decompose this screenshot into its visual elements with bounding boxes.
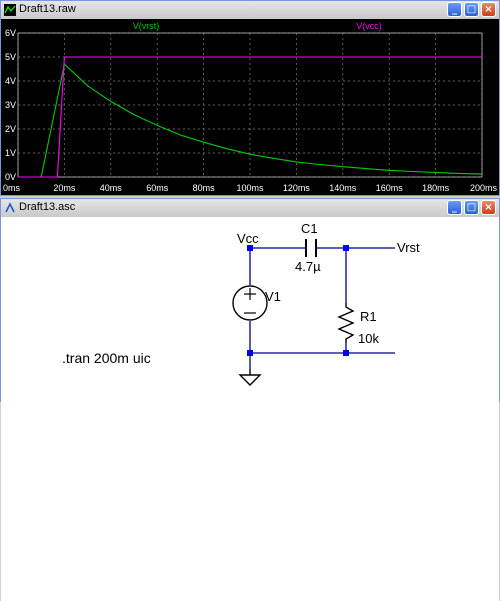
waveform-maximize-button[interactable]: □	[464, 2, 479, 17]
x-tick-label: 120ms	[283, 183, 311, 193]
waveform-plot-area[interactable]: 6V 5V 4V 3V 2V 1V 0V 0ms 20ms 40ms 60ms 80ms 100ms 12…	[1, 19, 499, 195]
schematic-window: Draft13.asc _ □ × Vcc Vrst C1 4.7µ V1 R1…	[0, 198, 500, 601]
waveform-minimize-button[interactable]: _	[447, 2, 462, 17]
x-tick-label: 100ms	[236, 183, 264, 193]
schematic-titlebar[interactable]: Draft13.asc _ □ ×	[1, 199, 499, 217]
resistor-r1-symbol[interactable]	[337, 303, 355, 343]
x-tick-label: 180ms	[422, 183, 450, 193]
capacitor-c1-value[interactable]: 4.7µ	[295, 259, 321, 274]
schematic-maximize-button[interactable]: □	[464, 200, 479, 215]
y-tick-label: 1V	[5, 148, 16, 158]
x-tick-label: 140ms	[329, 183, 357, 193]
resistor-r1-name: R1	[360, 309, 377, 324]
waveform-window-title: Draft13.raw	[19, 3, 76, 15]
x-tick-label: 200ms	[470, 183, 498, 193]
schematic-drawing[interactable]: Vcc Vrst C1 4.7µ V1 R1 10k .tran 200m ui…	[1, 217, 499, 403]
waveform-chart[interactable]: 6V 5V 4V 3V 2V 1V 0V0ms 20ms 40ms 60ms 80ms 100ms 12…	[1, 19, 499, 195]
schematic-window-icon	[5, 202, 15, 213]
schematic-minimize-button[interactable]: _	[447, 200, 462, 215]
y-tick-label: 6V	[5, 28, 16, 38]
x-tick-label: 0ms	[3, 183, 21, 193]
spice-directive[interactable]: .tran 200m uic	[62, 350, 151, 366]
waveform-window: Draft13.raw _ □ × 6V 5V 4V 3V 2V 1V 0V 0ms 20ms 4…	[0, 0, 500, 196]
waveform-titlebar[interactable]: Draft13.raw _ □ ×	[1, 1, 499, 19]
y-tick-label: 5V	[5, 52, 16, 62]
voltage-source-v1-symbol[interactable]	[232, 285, 268, 321]
x-tick-label: 160ms	[376, 183, 404, 193]
capacitor-c1-symbol[interactable]	[305, 239, 317, 257]
y-tick-label: 0V	[5, 172, 16, 182]
y-tick-label: 3V	[5, 100, 16, 110]
net-label-vrst[interactable]: Vrst	[397, 240, 420, 255]
x-tick-label: 80ms	[193, 183, 216, 193]
x-tick-label: 60ms	[146, 183, 169, 193]
junction-dot	[343, 350, 349, 356]
waveform-window-icon	[4, 4, 16, 16]
schematic-canvas[interactable]: Vcc Vrst C1 4.7µ V1 R1 10k .tran 200m ui…	[1, 217, 499, 601]
trace-label[interactable]: V(vcc)	[356, 21, 382, 31]
schematic-window-title: Draft13.asc	[19, 201, 76, 213]
junction-dot	[343, 245, 349, 251]
capacitor-c1-name: C1	[301, 221, 318, 236]
junction-dot	[247, 350, 253, 356]
waveform-close-button[interactable]: ×	[481, 2, 496, 17]
y-tick-label: 2V	[5, 124, 16, 134]
ground-symbol[interactable]	[238, 369, 262, 386]
voltage-source-v1-name: V1	[265, 289, 281, 304]
trace-label[interactable]: V(vrst)	[133, 21, 160, 31]
resistor-r1-value[interactable]: 10k	[358, 331, 379, 346]
y-tick-label: 4V	[5, 76, 16, 86]
x-tick-label: 20ms	[53, 183, 76, 193]
x-tick-label: 40ms	[100, 183, 123, 193]
schematic-close-button[interactable]: ×	[481, 200, 496, 215]
net-label-vcc[interactable]: Vcc	[237, 231, 259, 246]
